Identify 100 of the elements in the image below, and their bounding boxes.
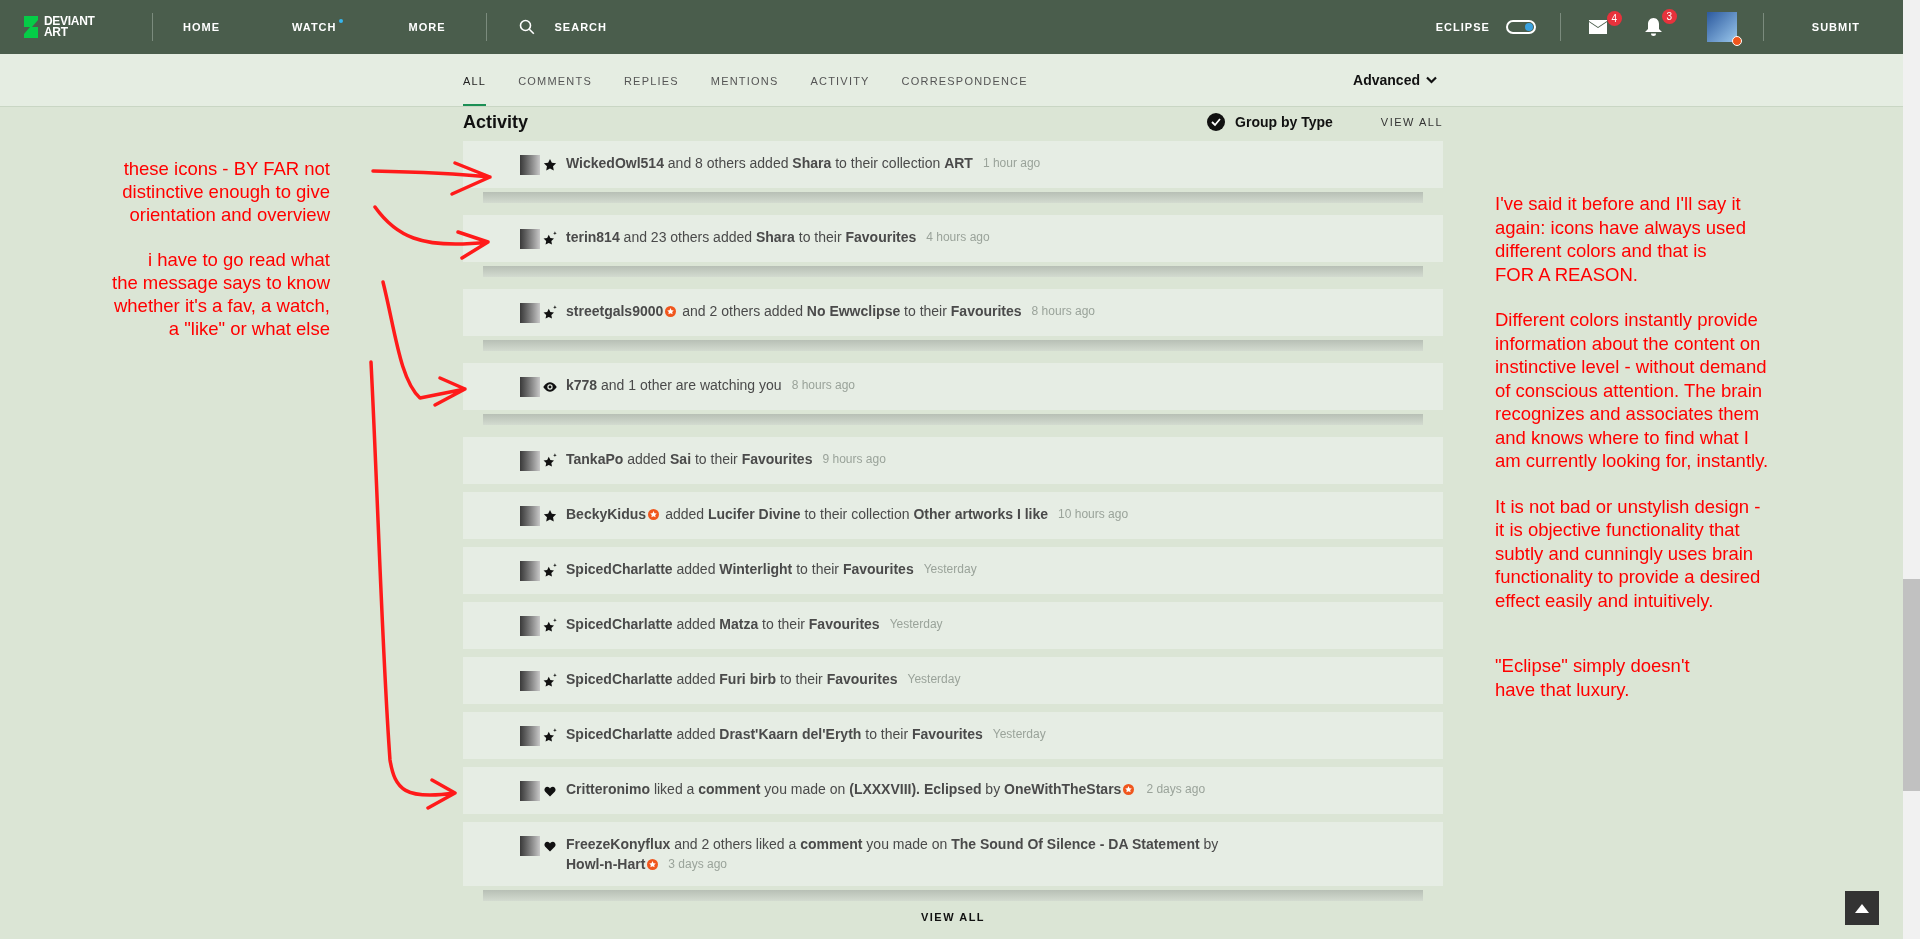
timestamp: 4 hours ago bbox=[926, 229, 990, 246]
filter-tab[interactable]: MENTIONS bbox=[710, 54, 779, 106]
section-title: Activity bbox=[463, 110, 529, 134]
activity-message: and 2 others added No Ewwclipse to their Favourites bbox=[682, 302, 1022, 320]
view-all-link[interactable]: VIEW ALL bbox=[1380, 113, 1443, 131]
avatar-placeholder bbox=[520, 671, 540, 691]
activity-message: SpicedCharlatte added Matza to their Favourites bbox=[566, 615, 880, 633]
notification-count: 3 bbox=[1661, 9, 1677, 24]
annotation-note: i have to go read what the message says to know whether it's a fav, a watch, a "like" or what else bbox=[112, 248, 330, 340]
logo-text: ART bbox=[44, 27, 69, 38]
activity-message: TankaPo added Sai to their Favourites bbox=[566, 450, 813, 468]
site-logo[interactable]: DEVIANT ART bbox=[22, 16, 122, 38]
eclipse-toggle[interactable] bbox=[1505, 20, 1536, 34]
chevron-down-icon bbox=[1426, 76, 1437, 84]
badge-icon bbox=[1123, 783, 1135, 795]
timestamp: 8 hours ago bbox=[791, 377, 855, 394]
activity-message: FreezeKonyflux and 2 others liked a comment you made on The Sound Of Silence - DA Statement by bbox=[566, 835, 1219, 853]
avatar-placeholder bbox=[520, 155, 540, 175]
activity-row[interactable]: SpicedCharlatte added Winterlight to their Favourites Yesterday bbox=[463, 547, 1443, 594]
submit-link[interactable]: SUBMIT bbox=[1811, 18, 1860, 36]
activity-row[interactable]: WickedOwl514 and 8 others added Shara to their collection ART 1 hour ago bbox=[463, 141, 1443, 188]
activity-message: Critteronimo liked a comment you made on (LXXXVIII). Eclipsed by OneWithTheStars bbox=[566, 780, 1122, 798]
logo-text: DEVIANT bbox=[44, 16, 95, 27]
activity-row[interactable]: BeckyKidus added Lucifer Divine to their collection Other artworks I like 10 hours ago bbox=[463, 492, 1443, 539]
timestamp: Yesterday bbox=[889, 616, 943, 633]
avatar-placeholder bbox=[520, 377, 540, 397]
mail-count: 4 bbox=[1606, 11, 1622, 26]
annotation-note: "Eclipse" simply doesn't have that luxury. bbox=[1495, 654, 1691, 701]
heart-icon bbox=[544, 785, 556, 797]
activity-message: BeckyKidus bbox=[566, 505, 647, 523]
nav-link[interactable]: WATCH bbox=[292, 18, 343, 36]
activity-row[interactable]: TankaPo added Sai to their Favourites 9 hours ago bbox=[463, 437, 1443, 484]
eclipse-label: ECLIPSE bbox=[1435, 19, 1490, 35]
heart-icon bbox=[544, 840, 556, 852]
avatar-placeholder bbox=[520, 781, 540, 801]
group-by-type-checkbox[interactable]: Group by Type bbox=[1207, 111, 1333, 133]
timestamp: 2 days ago bbox=[1146, 781, 1206, 798]
user-avatar[interactable] bbox=[1706, 12, 1737, 42]
advanced-dropdown[interactable]: Advanced bbox=[1353, 54, 1437, 106]
activity-row[interactable]: SpicedCharlatte added Drast'Kaarn del'Eryth to their Favourites Yesterday bbox=[463, 712, 1443, 759]
activity-row[interactable]: terin814 and 23 others added Shara to their Favourites 4 hours ago bbox=[463, 215, 1443, 262]
view-all-link[interactable]: VIEW ALL bbox=[920, 909, 986, 926]
filter-tab[interactable]: COMMENTS bbox=[518, 54, 592, 106]
logo-icon bbox=[22, 16, 40, 38]
caret-up-icon bbox=[1855, 903, 1869, 913]
activity-row[interactable]: k778 and 1 other are watching you 8 hours ago bbox=[463, 363, 1443, 410]
notifications-button[interactable] bbox=[1644, 18, 1662, 36]
filter-tab[interactable]: REPLIES bbox=[623, 54, 679, 106]
sparkle-star-icon bbox=[542, 305, 558, 321]
avatar-placeholder bbox=[520, 303, 540, 323]
activity-row[interactable]: SpicedCharlatte added Matza to their Favourites Yesterday bbox=[463, 602, 1443, 649]
avatar-placeholder bbox=[520, 506, 540, 526]
annotation-note: these icons - BY FAR not distinctive enough to give orientation and overview bbox=[122, 157, 330, 226]
timestamp: 9 hours ago bbox=[822, 451, 886, 468]
envelope-icon bbox=[1588, 20, 1607, 34]
activity-row[interactable]: FreezeKonyflux and 2 others liked a comment you made on The Sound Of Silence - DA Statement by Howl-n-Hart 3 days ago bbox=[463, 822, 1443, 886]
sparkle-star-icon bbox=[542, 563, 558, 579]
activity-row[interactable]: streetgals9000 and 2 others added No Ewwclipse to their Favourites 8 hours ago bbox=[463, 289, 1443, 336]
nav-link[interactable]: MORE bbox=[408, 18, 452, 36]
activity-message: Howl-n-Hart bbox=[566, 855, 646, 873]
activity-row[interactable]: Critteronimo liked a comment you made on (LXXXVIII). Eclipsed by OneWithTheStars 2 days ago bbox=[463, 767, 1443, 814]
timestamp: 3 days ago bbox=[668, 856, 728, 873]
activity-message: k778 and 1 other are watching you bbox=[566, 376, 782, 394]
sparkle-star-icon bbox=[542, 231, 558, 247]
avatar-placeholder bbox=[520, 836, 540, 856]
filter-tab[interactable]: ALL bbox=[463, 54, 487, 106]
activity-message: SpicedCharlatte added Winterlight to their Favourites bbox=[566, 560, 914, 578]
avatar-placeholder bbox=[520, 616, 540, 636]
star-icon bbox=[543, 158, 557, 172]
search-icon bbox=[518, 19, 535, 35]
activity-message: terin814 and 23 others added Shara to their Favourites bbox=[566, 228, 917, 246]
avatar-placeholder bbox=[520, 726, 540, 746]
activity-message: added Lucifer Divine to their collection Other artworks I like bbox=[665, 505, 1049, 523]
badge-icon bbox=[647, 858, 659, 870]
star-icon bbox=[543, 509, 557, 523]
nav-link[interactable]: HOME bbox=[183, 18, 226, 36]
sparkle-star-icon bbox=[542, 728, 558, 744]
activity-row[interactable]: SpicedCharlatte added Furi birb to their Favourites Yesterday bbox=[463, 657, 1443, 704]
annotation-note: Different colors instantly provide information about the content on instinctive level - without demand of conscious attention. The brain recognizes and associates them and knows where to find what I am currently looking for, instantly. bbox=[1495, 308, 1770, 473]
bell-icon bbox=[1644, 18, 1662, 36]
mail-button[interactable] bbox=[1588, 20, 1607, 34]
scrollbar-thumb[interactable] bbox=[1903, 579, 1920, 791]
avatar-placeholder bbox=[520, 451, 540, 471]
timestamp: 8 hours ago bbox=[1031, 303, 1095, 320]
filter-tab[interactable]: CORRESPONDENCE bbox=[901, 54, 1028, 106]
badge-icon bbox=[665, 305, 677, 317]
sparkle-star-icon bbox=[542, 618, 558, 634]
activity-message: SpicedCharlatte added Drast'Kaarn del'Eryth to their Favourites bbox=[566, 725, 983, 743]
scrollbar[interactable] bbox=[1903, 0, 1920, 939]
timestamp: 1 hour ago bbox=[982, 155, 1041, 172]
filter-tab[interactable]: ACTIVITY bbox=[810, 54, 870, 106]
activity-message: WickedOwl514 and 8 others added Shara to their collection ART bbox=[566, 154, 973, 172]
timestamp: Yesterday bbox=[907, 671, 961, 688]
back-to-top-button[interactable] bbox=[1845, 891, 1879, 925]
eye-icon bbox=[542, 381, 558, 393]
timestamp: Yesterday bbox=[992, 726, 1046, 743]
timestamp: Yesterday bbox=[923, 561, 977, 578]
annotation-note: It is not bad or unstylish design - it is objective functionality that subtly and cunningly uses brain functionality to provide a desired effect easily and intuitively. bbox=[1495, 494, 1762, 612]
search-button[interactable]: SEARCH bbox=[518, 18, 607, 36]
badge-icon bbox=[648, 508, 660, 520]
